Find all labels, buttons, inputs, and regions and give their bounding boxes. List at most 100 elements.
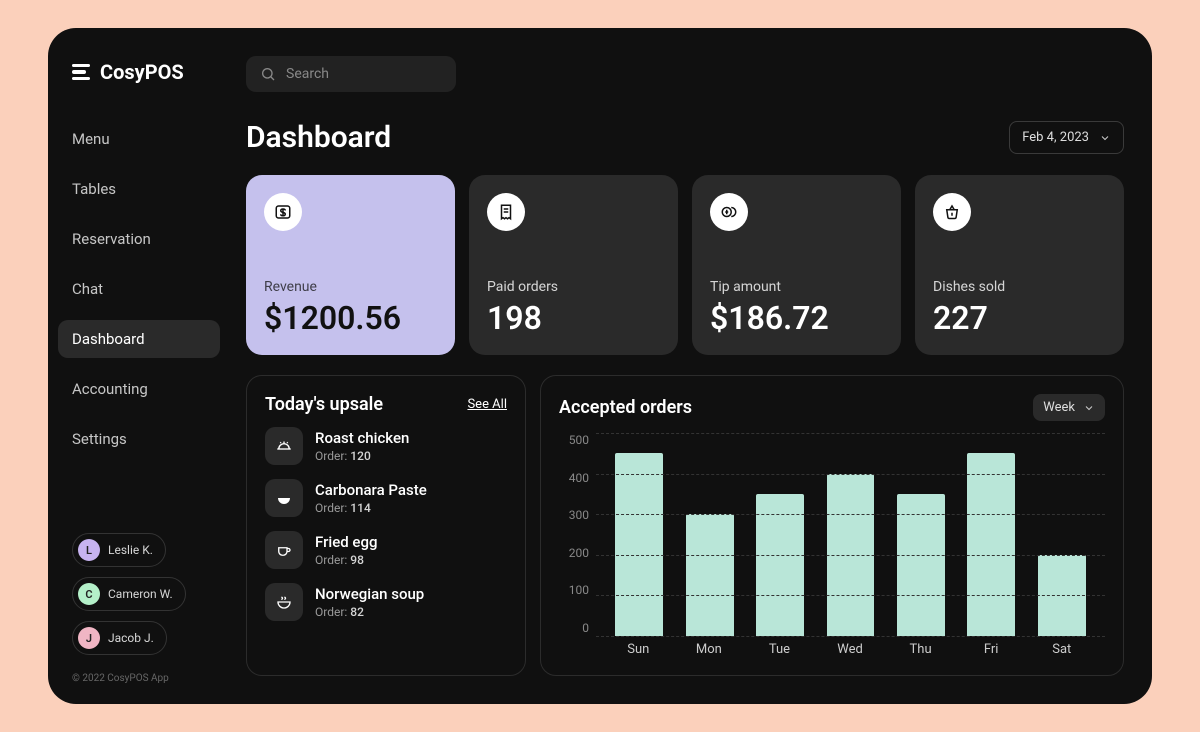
dish-platter-icon <box>265 427 303 465</box>
app-window: CosyPOS MenuTablesReservationChatDashboa… <box>48 28 1152 704</box>
stat-card-tip-amount[interactable]: Tip amount $186.72 <box>692 175 901 355</box>
bowl-icon <box>265 479 303 517</box>
upsale-item[interactable]: Fried egg Order: 98 <box>265 531 507 569</box>
stat-label: Paid orders <box>487 279 660 295</box>
nav-item-reservation[interactable]: Reservation <box>58 220 220 258</box>
upsale-item[interactable]: Roast chicken Order: 120 <box>265 427 507 465</box>
bar[interactable] <box>615 453 663 636</box>
stat-value: $186.72 <box>710 299 883 337</box>
receipt-icon <box>487 193 525 231</box>
nav-item-accounting[interactable]: Accounting <box>58 370 220 408</box>
x-tick: Fri <box>956 642 1027 657</box>
brand-name: CosyPOS <box>100 60 184 84</box>
user-pill[interactable]: JJacob J. <box>72 621 167 655</box>
upsale-title: Today's upsale <box>265 394 383 415</box>
bar[interactable] <box>967 453 1015 636</box>
main-content: Search Dashboard Feb 4, 2023 Revenue $12… <box>228 28 1152 704</box>
upsale-list: Roast chicken Order: 120 Carbonara Paste… <box>265 427 507 621</box>
user-name: Cameron W. <box>108 587 173 601</box>
bar[interactable] <box>756 494 804 636</box>
search-placeholder: Search <box>286 66 329 82</box>
y-tick: 300 <box>559 508 589 522</box>
range-selector[interactable]: Week <box>1033 394 1105 421</box>
dish-order: Order: 82 <box>315 605 424 619</box>
chart-grid <box>595 433 1105 636</box>
x-tick: Mon <box>674 642 745 657</box>
soup-icon <box>265 583 303 621</box>
nav-item-tables[interactable]: Tables <box>58 170 220 208</box>
dish-name: Carbonara Paste <box>315 481 427 499</box>
tip-icon <box>710 193 748 231</box>
user-pill[interactable]: C Cameron W. <box>72 577 186 611</box>
stat-label: Revenue <box>264 279 437 295</box>
bar[interactable] <box>686 514 734 636</box>
orders-chart: 500 400 300 200 100 0 SunMonTueWedThuFriSat <box>559 433 1105 657</box>
footer-text: © 2022 CosyPOS App <box>72 673 216 684</box>
chart-y-axis: 500 400 300 200 100 0 <box>559 433 589 657</box>
user-list: L Leslie K. C Cameron W. JJacob J. <box>72 533 216 655</box>
x-tick: Sat <box>1026 642 1097 657</box>
panels-row: Today's upsale See All Roast chicken Ord… <box>246 375 1124 676</box>
nav-item-settings[interactable]: Settings <box>58 420 220 458</box>
bar-column <box>674 433 744 636</box>
bar[interactable] <box>897 494 945 636</box>
avatar: J <box>78 627 100 649</box>
bar-column <box>745 433 815 636</box>
dish-order: Order: 120 <box>315 449 409 463</box>
user-name: Leslie K. <box>108 543 153 557</box>
avatar: L <box>78 539 100 561</box>
date-selector[interactable]: Feb 4, 2023 <box>1009 121 1124 154</box>
y-tick: 400 <box>559 471 589 485</box>
y-tick: 0 <box>559 621 589 635</box>
nav-item-chat[interactable]: Chat <box>58 270 220 308</box>
dish-name: Roast chicken <box>315 429 409 447</box>
title-bar: Dashboard Feb 4, 2023 <box>246 120 1124 155</box>
nav-menu: MenuTablesReservationChatDashboardAccoun… <box>72 120 216 468</box>
bar-column <box>604 433 674 636</box>
hamburger-icon <box>72 64 90 81</box>
sidebar: CosyPOS MenuTablesReservationChatDashboa… <box>48 28 228 704</box>
dish-order: Order: 114 <box>315 501 427 515</box>
nav-item-dashboard[interactable]: Dashboard <box>58 320 220 358</box>
chevron-down-icon <box>1083 402 1095 414</box>
chart-bars <box>596 433 1105 636</box>
dish-name: Fried egg <box>315 533 377 551</box>
stat-value: 227 <box>933 299 1106 337</box>
stat-card-dishes-sold[interactable]: Dishes sold 227 <box>915 175 1124 355</box>
search-input[interactable]: Search <box>246 56 456 92</box>
stats-row: Revenue $1200.56 Paid orders 198 Tip amo… <box>246 175 1124 355</box>
gridline <box>596 555 1105 556</box>
gridline <box>596 514 1105 515</box>
x-tick: Sun <box>603 642 674 657</box>
y-tick: 200 <box>559 546 589 560</box>
upsale-item[interactable]: Carbonara Paste Order: 114 <box>265 479 507 517</box>
see-all-link[interactable]: See All <box>467 397 507 412</box>
stat-value: $1200.56 <box>264 299 437 337</box>
stat-label: Tip amount <box>710 279 883 295</box>
y-tick: 100 <box>559 583 589 597</box>
dish-name: Norwegian soup <box>315 585 424 603</box>
nav-item-menu[interactable]: Menu <box>58 120 220 158</box>
bar-column <box>815 433 885 636</box>
bar-column <box>886 433 956 636</box>
x-tick: Tue <box>744 642 815 657</box>
x-tick: Thu <box>885 642 956 657</box>
stat-card-paid-orders[interactable]: Paid orders 198 <box>469 175 678 355</box>
gridline <box>596 595 1105 596</box>
user-pill[interactable]: L Leslie K. <box>72 533 166 567</box>
bar-column <box>956 433 1026 636</box>
chart-plot: SunMonTueWedThuFriSat <box>595 433 1105 657</box>
upsale-item[interactable]: Norwegian soup Order: 82 <box>265 583 507 621</box>
gridline <box>596 433 1105 434</box>
stat-card-revenue[interactable]: Revenue $1200.56 <box>246 175 455 355</box>
brand-logo: CosyPOS <box>72 60 216 84</box>
chevron-down-icon <box>1099 132 1111 144</box>
avatar: C <box>78 583 100 605</box>
y-tick: 500 <box>559 433 589 447</box>
gridline <box>596 474 1105 475</box>
x-tick: Wed <box>815 642 886 657</box>
bar-column <box>1027 433 1097 636</box>
page-title: Dashboard <box>246 120 391 155</box>
chart-x-axis: SunMonTueWedThuFriSat <box>595 636 1105 657</box>
upsale-panel: Today's upsale See All Roast chicken Ord… <box>246 375 526 676</box>
